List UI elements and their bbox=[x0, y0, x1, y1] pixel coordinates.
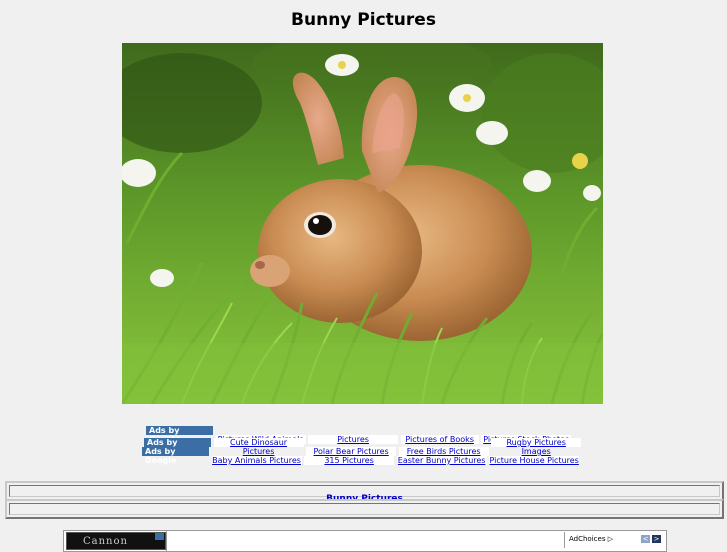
adchoices[interactable]: AdChoices ▷ < > bbox=[564, 532, 664, 548]
ad-link[interactable]: Baby Animals Pictures bbox=[211, 456, 302, 465]
ads-by-google-badge[interactable]: Ads by Google bbox=[144, 438, 211, 456]
bunny-photo[interactable] bbox=[122, 43, 603, 404]
ads-row-1: Ads by Google Pictures Wild Animals Pict… bbox=[146, 426, 572, 444]
ads-by-google-badge[interactable]: Ads by Google bbox=[146, 426, 213, 444]
ad-link[interactable]: Rugby Pictures Images bbox=[491, 438, 582, 456]
adchoices-label: AdChoices bbox=[569, 535, 606, 543]
ads-row-3: Ads by Google Baby Animals Pictures 315 … bbox=[142, 447, 580, 465]
ad-corner-icon bbox=[155, 533, 164, 540]
link-bar-inner: Bunny Pictures bbox=[9, 485, 720, 504]
link-bar: Bunny Pictures bbox=[5, 481, 724, 504]
ad-separator bbox=[166, 531, 167, 551]
bottom-banner-ad[interactable]: Cannon AdChoices ▷ < > bbox=[63, 530, 667, 552]
ad-link[interactable]: Picture House Pictures bbox=[489, 456, 580, 465]
ad-link[interactable]: 315 Pictures bbox=[304, 456, 395, 465]
empty-bar bbox=[5, 499, 724, 519]
empty-bar-inner bbox=[9, 503, 720, 515]
next-ad-button[interactable]: > bbox=[652, 535, 661, 543]
adchoices-play-icon: ▷ bbox=[607, 535, 614, 543]
ad-thumbnail-text: Cannon bbox=[83, 536, 128, 547]
prev-ad-button[interactable]: < bbox=[641, 535, 650, 543]
ad-link[interactable]: Easter Bunny Pictures bbox=[396, 456, 487, 465]
page-title: Bunny Pictures bbox=[291, 10, 436, 30]
ad-thumbnail[interactable]: Cannon bbox=[66, 532, 166, 550]
ad-link[interactable]: Cute Dinosaur Pictures bbox=[213, 438, 304, 456]
ads-by-google-badge[interactable]: Ads by Google bbox=[142, 447, 209, 465]
